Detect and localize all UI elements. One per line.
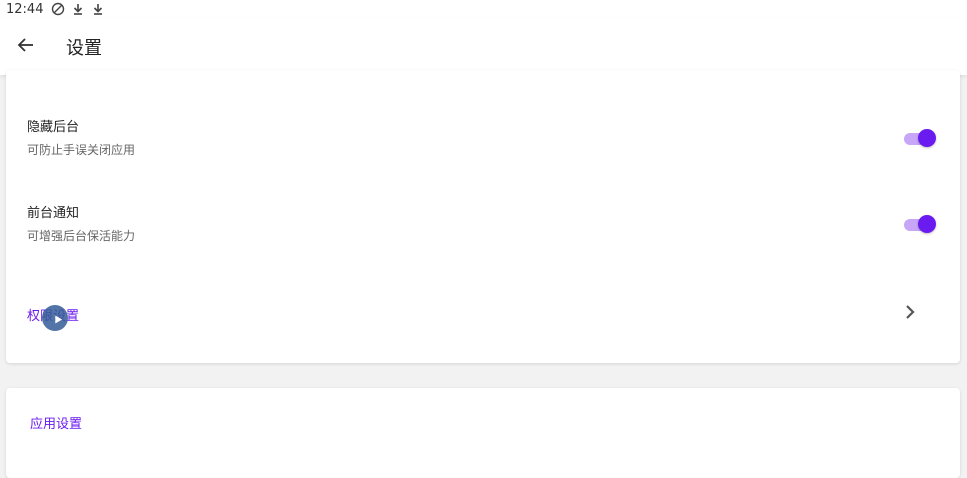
app-bar: 设置 — [0, 18, 967, 75]
hide-background-switch[interactable] — [904, 128, 936, 148]
permission-settings-label: 权限设置 — [27, 309, 80, 324]
foreground-notification-subtitle: 可增强后台保活能力 — [27, 229, 136, 243]
download-icon — [91, 2, 105, 16]
switch-thumb — [918, 215, 936, 233]
hide-background-row[interactable]: 隐藏后台 可防止手误关闭应用 — [6, 106, 960, 176]
foreground-notification-switch[interactable] — [904, 214, 936, 234]
app-settings-section-label[interactable]: 应用设置 — [30, 413, 82, 432]
settings-card: 隐藏后台 可防止手误关闭应用 前台通知 可增强后台保活能力 权限设置 — [6, 70, 960, 363]
chevron-right-icon — [900, 302, 920, 322]
permission-settings-row[interactable]: 权限设置 — [6, 288, 960, 340]
arrow-back-icon — [16, 35, 36, 59]
status-time: 12:44 — [6, 1, 44, 17]
hide-background-subtitle: 可防止手误关闭应用 — [27, 143, 136, 157]
status-bar: 12:44 — [0, 0, 967, 18]
no-sync-icon — [51, 2, 65, 16]
download-icon — [71, 2, 85, 16]
hide-background-title: 隐藏后台 — [27, 120, 80, 135]
page-title: 设置 — [66, 37, 102, 59]
back-button[interactable] — [6, 27, 46, 67]
foreground-notification-row[interactable]: 前台通知 可增强后台保活能力 — [6, 192, 960, 262]
app-settings-card: 应用设置 — [6, 388, 960, 478]
foreground-notification-title: 前台通知 — [27, 206, 80, 221]
switch-thumb — [918, 129, 936, 147]
